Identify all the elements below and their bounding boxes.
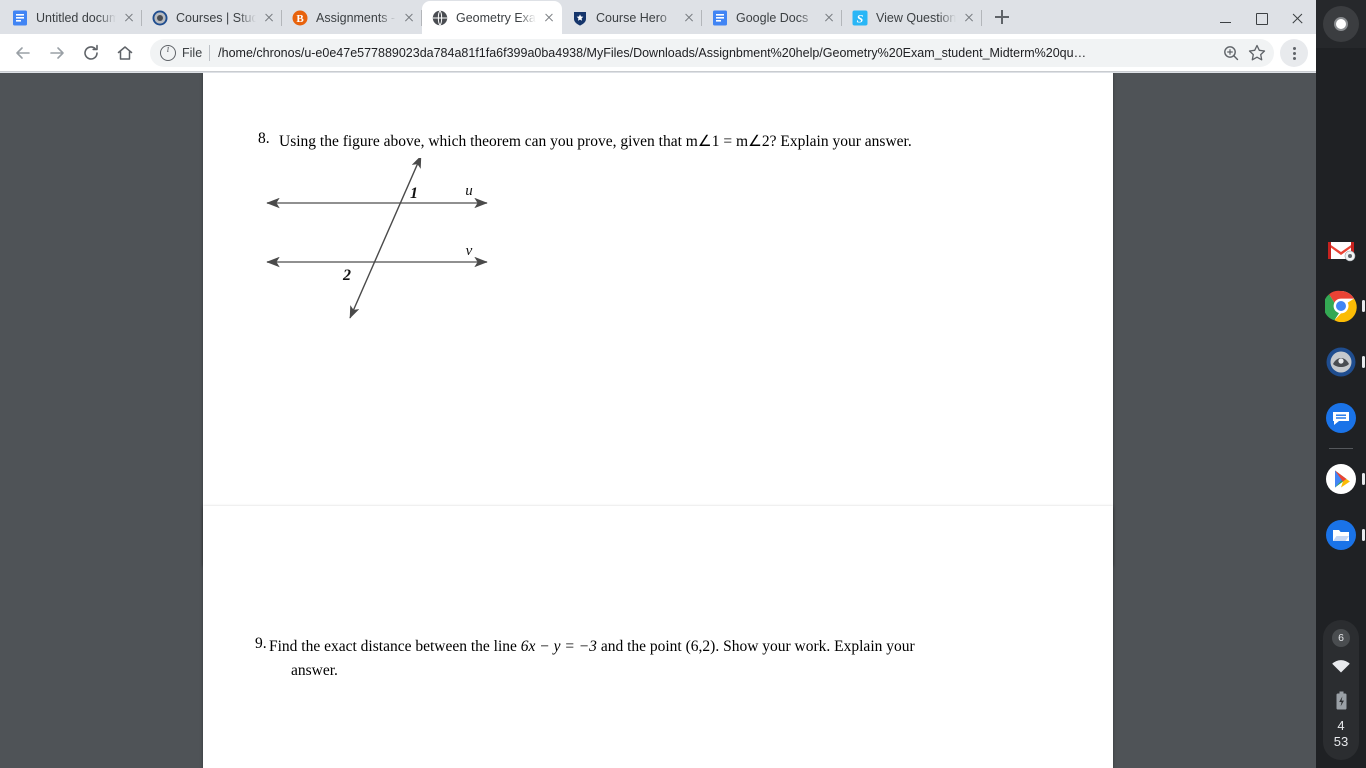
three-dot-menu-icon[interactable] [1280, 38, 1308, 67]
gmail-icon [1328, 242, 1356, 262]
blackboard-icon: B [292, 10, 308, 26]
running-indicator [1362, 473, 1365, 485]
tab-title: Assignments - Ge [316, 10, 396, 25]
running-indicator [1362, 356, 1365, 368]
tab-title: Courses | Student [176, 10, 256, 25]
maximize-button[interactable] [1244, 2, 1280, 34]
clock-minute: 53 [1333, 733, 1349, 749]
star-icon[interactable] [1244, 40, 1270, 66]
tab-close-icon[interactable] [960, 9, 978, 27]
shelf-item-messages[interactable] [1316, 390, 1366, 446]
svg-text:1: 1 [410, 185, 418, 202]
question-9-text-part-2: and the point [596, 638, 686, 655]
tab-geometry-exam[interactable]: Geometry Exam_s [422, 1, 562, 34]
battery-charging-icon[interactable] [1335, 691, 1348, 716]
question-9-number: 9. [255, 635, 267, 652]
tab-title: View Questions | S [876, 10, 956, 25]
chrome-browser-window: Untitled documen Courses | Student [0, 0, 1316, 768]
tab-title: Google Docs [736, 10, 809, 25]
shelf-item-gmail[interactable] [1316, 222, 1366, 278]
tab-google-docs[interactable]: Google Docs [702, 1, 842, 34]
tab-title: Course Hero [596, 10, 667, 25]
back-button[interactable] [8, 38, 38, 68]
shelf-item-school-portal[interactable] [1316, 334, 1366, 390]
tab-close-icon[interactable] [820, 9, 838, 27]
tab-untitled-document[interactable]: Untitled documen [2, 1, 142, 34]
close-window-button[interactable] [1280, 2, 1316, 34]
tab-close-icon[interactable] [260, 9, 278, 27]
shelf-divider [1329, 448, 1353, 449]
tab-strip: Untitled documen Courses | Student [0, 0, 1316, 34]
school-crest-icon [152, 10, 168, 26]
svg-text:S: S [857, 11, 864, 25]
pdf-page-2: 9. Find the exact distance between the l… [203, 506, 1113, 768]
school-crest-icon [1326, 347, 1356, 377]
running-indicator [1362, 300, 1365, 312]
tab-assignments[interactable]: B Assignments - Ge [282, 1, 422, 34]
question-9-equation: 6x − y = −3 [520, 638, 597, 655]
question-8-number: 8. [258, 130, 270, 147]
clock[interactable]: 4 53 [1334, 718, 1348, 751]
site-info-icon[interactable] [160, 44, 176, 61]
svg-text:B: B [296, 13, 304, 25]
chromeos-shelf: 6 4 53 [1316, 0, 1366, 768]
omnibox-divider [209, 44, 211, 61]
address-bar[interactable]: File /home/chronos/u-e0e47e577889023da78… [150, 38, 1274, 67]
pdf-page-1: 8. Using the figure above, which theorem… [203, 73, 1113, 565]
minimize-button[interactable] [1208, 2, 1244, 34]
course-hero-shield-icon [572, 10, 588, 26]
google-docs-icon [12, 10, 28, 26]
forward-button[interactable] [42, 38, 72, 68]
pdf-globe-icon [432, 10, 448, 26]
new-tab-button[interactable] [988, 3, 1016, 31]
tab-course-hero[interactable]: Course Hero [562, 1, 702, 34]
shelf-item-files[interactable] [1316, 507, 1366, 563]
svg-text:v: v [466, 243, 473, 259]
question-9-text-part-1: Find the exact distance between the line [269, 638, 521, 655]
shelf-app-icons [1316, 222, 1366, 563]
zoom-in-icon[interactable] [1218, 40, 1244, 66]
svg-text:2: 2 [342, 267, 351, 284]
tab-close-icon[interactable] [540, 9, 558, 27]
tab-close-icon[interactable] [400, 9, 418, 27]
tab-courses-student[interactable]: Courses | Student [142, 1, 282, 34]
shelf-item-play-store[interactable] [1316, 451, 1366, 507]
svg-text:u: u [465, 183, 473, 199]
url-scheme-label: File [182, 45, 203, 60]
files-icon [1326, 520, 1356, 550]
play-store-icon [1326, 464, 1356, 494]
chrome-icon [1325, 290, 1357, 322]
system-status-tray[interactable]: 6 4 53 [1323, 620, 1359, 760]
window-controls [1208, 0, 1316, 34]
tab-view-questions[interactable]: S View Questions | S [842, 1, 982, 34]
launcher-button[interactable] [1323, 6, 1359, 42]
messages-icon [1326, 403, 1356, 433]
running-indicator [1362, 529, 1365, 541]
clock-hour: 4 [1337, 717, 1345, 733]
tab-separator [981, 10, 982, 26]
tab-close-icon[interactable] [120, 9, 138, 27]
browser-toolbar: File /home/chronos/u-e0e47e577889023da78… [0, 34, 1316, 72]
tab-title: Untitled documen [36, 10, 116, 25]
pdf-viewer[interactable]: 8. Using the figure above, which theorem… [0, 73, 1316, 768]
question-9-text-part-3: . Show your work. Explain your [715, 638, 915, 655]
google-docs-icon [712, 10, 728, 26]
tab-title: Geometry Exam_s [456, 10, 536, 25]
shelf-top-area [1316, 0, 1366, 48]
slader-s-icon: S [852, 10, 868, 26]
parallel-lines-transversal-figure: 1 2 u v [255, 155, 515, 353]
question-9-text-line-2: answer. [291, 662, 338, 680]
tab-close-icon[interactable] [680, 9, 698, 27]
question-9-point: (6,2) [685, 638, 716, 655]
question-9-text: Find the exact distance between the line… [269, 635, 1049, 683]
screen: Untitled documen Courses | Student [0, 0, 1366, 768]
question-8-text: Using the figure above, which theorem ca… [279, 133, 912, 150]
launcher-icon [1334, 17, 1348, 31]
notification-count-badge[interactable]: 6 [1332, 629, 1350, 647]
wifi-icon[interactable] [1331, 659, 1351, 679]
reload-button[interactable] [76, 38, 106, 68]
home-button[interactable] [110, 38, 140, 68]
url-text: /home/chronos/u-e0e47e577889023da784a81f… [218, 45, 1087, 60]
shelf-item-chrome[interactable] [1316, 278, 1366, 334]
